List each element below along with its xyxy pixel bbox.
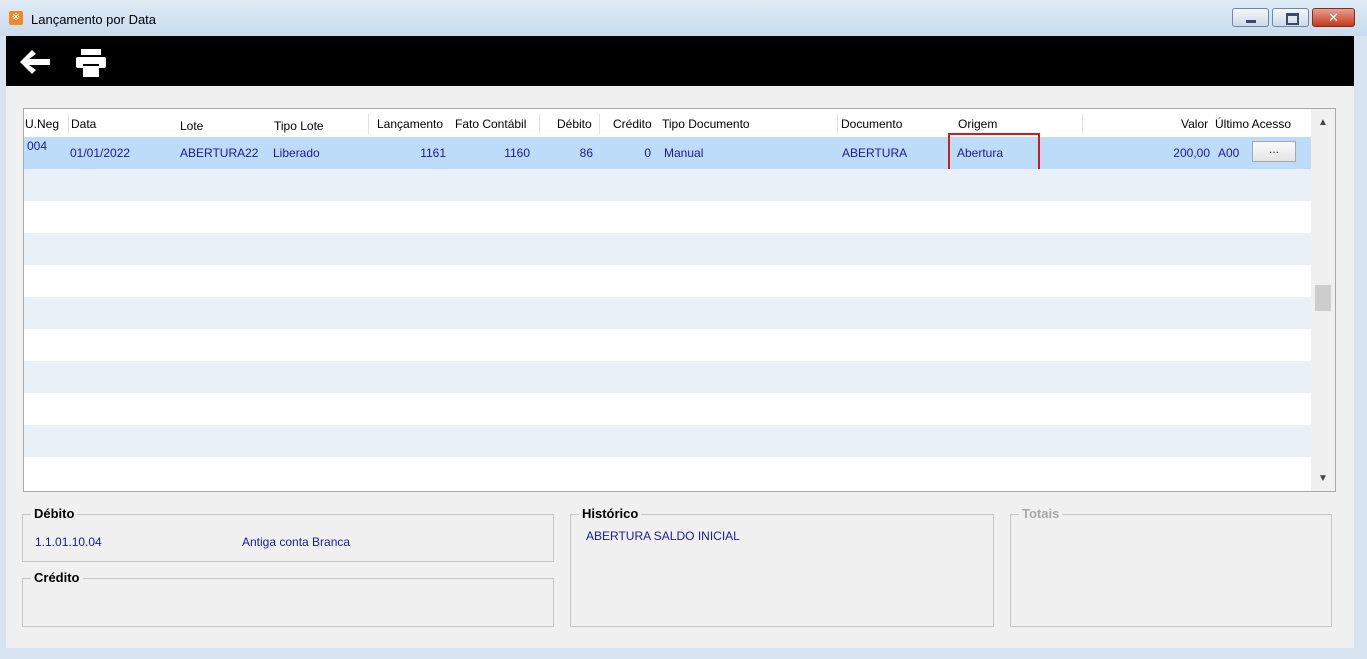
table-row[interactable] — [24, 233, 1311, 265]
cell-documento: ABERTURA — [842, 146, 908, 160]
col-header-tipo-lote[interactable]: Tipo Lote — [274, 119, 324, 133]
cell-ultimo-acesso: A00 — [1218, 146, 1240, 160]
minimize-button[interactable] — [1232, 8, 1269, 27]
historico-text: ABERTURA SALDO INICIAL — [586, 529, 740, 543]
table-row[interactable] — [24, 393, 1311, 425]
col-header-documento[interactable]: Documento — [841, 117, 902, 131]
col-header-debito[interactable]: Débito — [557, 117, 592, 131]
cell-data: 01/01/2022 — [70, 146, 131, 160]
table-row[interactable] — [24, 169, 1311, 201]
vertical-scrollbar[interactable]: ▲ ▼ — [1311, 109, 1335, 491]
cell-lancamento: 1161 — [420, 146, 446, 160]
table-row[interactable] — [24, 457, 1311, 489]
totais-panel: Totais — [1010, 506, 1332, 627]
table-row[interactable] — [24, 361, 1311, 393]
debito-label: Débito — [31, 506, 78, 521]
col-header-fato-contabil[interactable]: Fato Contábil — [455, 117, 526, 131]
app-icon: ※ — [9, 11, 23, 25]
table-row[interactable] — [24, 329, 1311, 361]
totais-label: Totais — [1019, 506, 1063, 521]
window-title: Lançamento por Data — [31, 12, 157, 27]
printer-icon[interactable] — [74, 48, 108, 77]
cell-fato-contabil: 1160 — [504, 146, 530, 160]
col-header-ultimo-acesso[interactable]: Último Acesso — [1215, 117, 1291, 131]
back-arrow-icon[interactable] — [18, 48, 52, 76]
minimize-icon — [1246, 20, 1256, 23]
maximize-button[interactable] — [1272, 8, 1309, 27]
cell-credito: 0 — [644, 146, 651, 160]
col-header-data[interactable]: Data — [71, 117, 96, 131]
entries-grid: U.Neg Data Lote Tipo Lote Lançamento Fat… — [23, 108, 1336, 492]
cell-tipo-documento: Manual — [664, 146, 704, 160]
main-content: U.Neg Data Lote Tipo Lote Lançamento Fat… — [6, 86, 1354, 648]
col-header-credito[interactable]: Crédito — [613, 117, 652, 131]
col-header-lote[interactable]: Lote — [180, 119, 203, 133]
cell-uneg[interactable]: 004 — [27, 139, 47, 153]
table-row[interactable] — [24, 265, 1311, 297]
credito-panel: Crédito — [22, 570, 554, 627]
col-header-valor[interactable]: Valor — [1181, 117, 1208, 131]
col-header-origem[interactable]: Origem — [958, 117, 997, 131]
col-header-tipo-documento[interactable]: Tipo Documento — [662, 117, 750, 131]
scroll-up-icon[interactable]: ▲ — [1318, 117, 1328, 128]
cell-valor: 200,00 — [1173, 146, 1210, 160]
col-header-lancamento[interactable]: Lançamento — [377, 117, 443, 131]
details-button[interactable]: ... — [1252, 141, 1296, 162]
historico-label: Histórico — [579, 506, 642, 521]
maximize-icon — [1286, 13, 1299, 25]
table-row[interactable] — [24, 297, 1311, 329]
debito-account-code: 1.1.01.10.04 — [35, 535, 102, 549]
debito-account-name: Antiga conta Branca — [242, 535, 351, 549]
cell-tipo-lote: Liberado — [273, 146, 320, 160]
window-titlebar: ※ Lançamento por Data ✕ — [0, 0, 1367, 36]
scrollbar-thumb[interactable] — [1315, 285, 1331, 311]
table-row[interactable] — [24, 425, 1311, 457]
col-header-uneg[interactable]: U.Neg — [25, 117, 59, 131]
table-row[interactable]: 004 01/01/2022 ABERTURA22 Liberado 1161 … — [24, 133, 1311, 193]
window-controls: ✕ — [1232, 8, 1355, 27]
close-button[interactable]: ✕ — [1312, 8, 1355, 27]
historico-panel: Histórico ABERTURA SALDO INICIAL — [570, 506, 994, 627]
toolbar — [6, 36, 1354, 86]
scroll-down-icon[interactable]: ▼ — [1318, 473, 1328, 484]
grid-header: U.Neg Data Lote Tipo Lote Lançamento Fat… — [24, 109, 1311, 136]
cell-debito: 86 — [579, 146, 593, 160]
table-row[interactable] — [24, 201, 1311, 233]
cell-lote: ABERTURA22 — [180, 146, 259, 160]
credito-label: Crédito — [31, 570, 83, 585]
debito-panel: Débito 1.1.01.10.04 Antiga conta Branca — [22, 506, 554, 562]
